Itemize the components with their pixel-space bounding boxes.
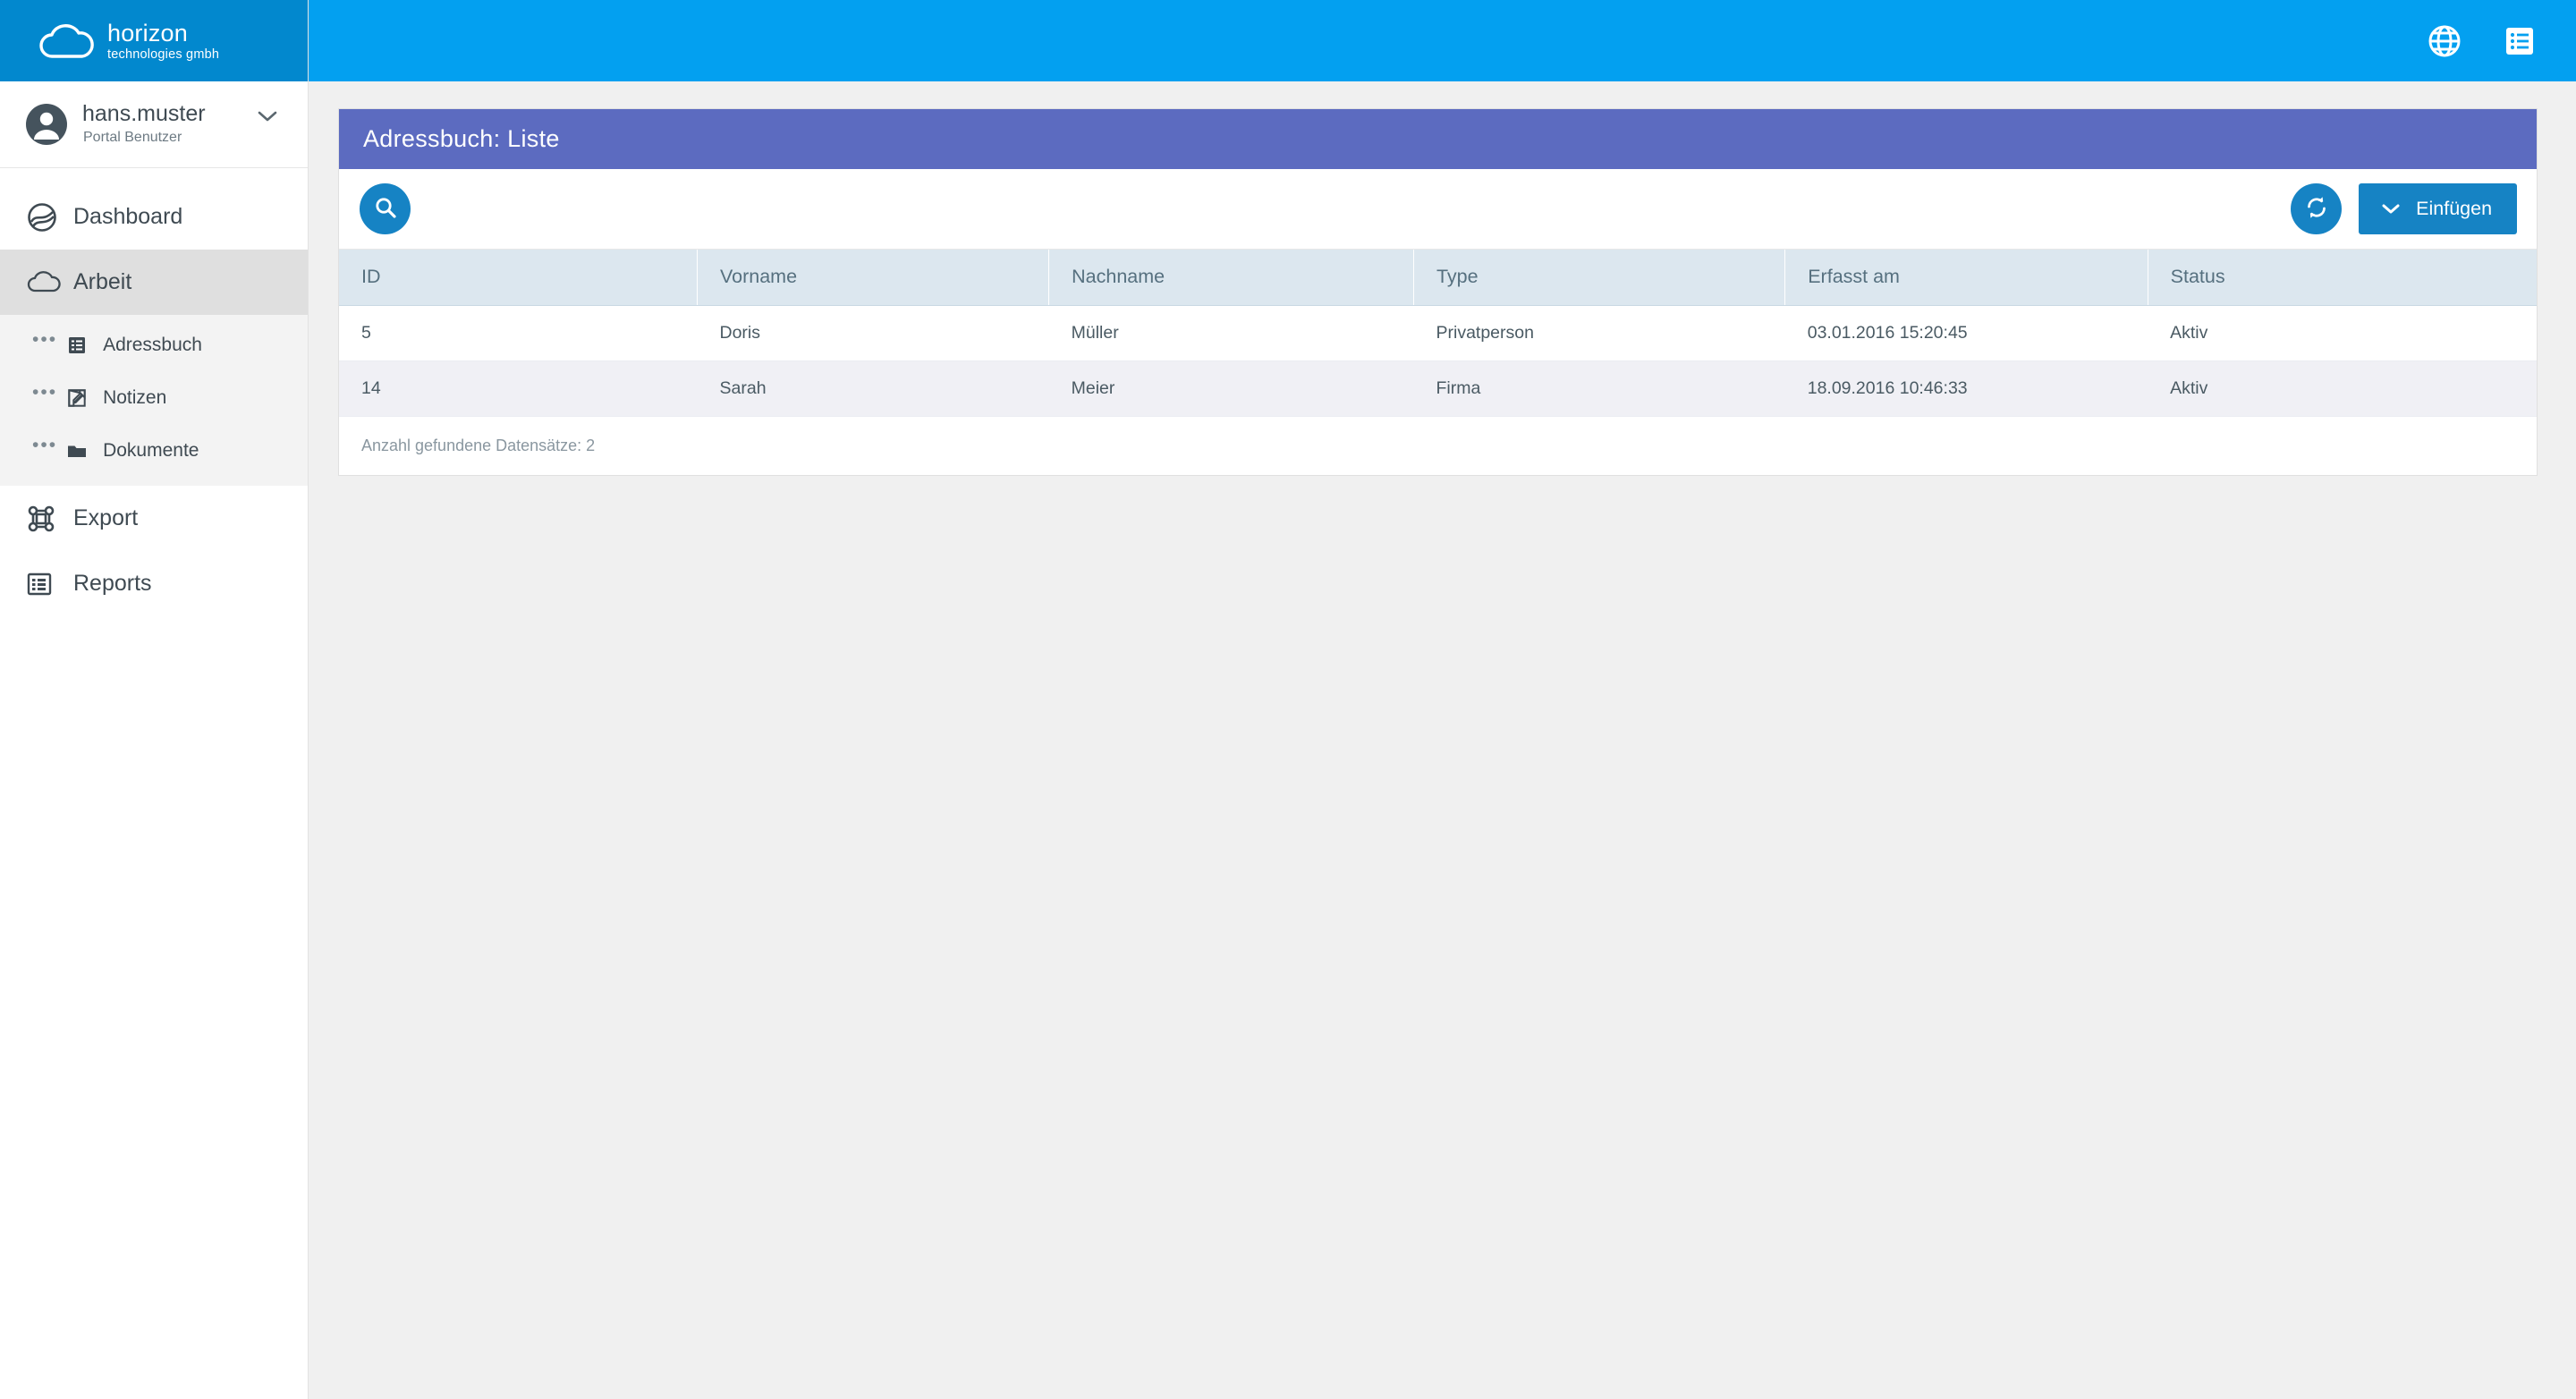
panel-toolbar: Einfügen <box>339 169 2538 250</box>
sidebar: horizon technologies gmbh hans.muster Po… <box>0 0 309 1399</box>
cell-erfasst-am: 18.09.2016 10:46:33 <box>1784 360 2148 417</box>
command-icon <box>27 504 61 534</box>
sidebar-item-reports[interactable]: Reports <box>0 551 308 616</box>
cell-type: Privatperson <box>1413 305 1785 361</box>
cell-vorname: Sarah <box>697 360 1049 417</box>
column-header-erfasst-am[interactable]: Erfasst am <box>1784 250 2148 306</box>
sidebar-subitem-label: Dokumente <box>103 439 199 461</box>
sidebar-item-label: Dashboard <box>73 204 183 229</box>
column-header-id[interactable]: ID <box>339 250 698 306</box>
cloud-outline-icon <box>27 267 61 298</box>
sidebar-item-arbeit[interactable]: Arbeit <box>0 250 308 315</box>
sidebar-subitem-label: Notizen <box>103 386 167 408</box>
page-title: Adressbuch: Liste <box>363 125 560 152</box>
sidebar-item-adressbuch[interactable]: ••• Adressbuch <box>0 318 308 371</box>
user-role: Portal Benutzer <box>83 130 182 145</box>
brand-logo[interactable]: horizon technologies gmbh <box>0 0 308 81</box>
list-menu-icon[interactable] <box>2503 24 2537 58</box>
panel-header: Adressbuch: Liste <box>339 109 2538 169</box>
column-header-type[interactable]: Type <box>1413 250 1786 306</box>
edit-note-icon <box>66 386 93 410</box>
sidebar-subitem-label: Adressbuch <box>103 334 202 355</box>
search-button[interactable] <box>360 183 411 234</box>
user-name: hans.muster <box>82 101 206 126</box>
table-row[interactable]: 5 Doris Müller Privatperson 03.01.2016 1… <box>339 305 2538 361</box>
adressbuch-table: ID Vorname Nachname Type Erfasst am Stat… <box>339 250 2538 417</box>
insert-button-label: Einfügen <box>2416 198 2493 219</box>
cell-id: 14 <box>339 360 698 417</box>
chevron-down-icon <box>2382 198 2400 220</box>
sidebar-item-dokumente[interactable]: ••• Dokumente <box>0 424 308 477</box>
sidebar-item-notizen[interactable]: ••• Notizen <box>0 371 308 424</box>
column-header-vorname[interactable]: Vorname <box>697 250 1050 306</box>
brand-name: horizon <box>107 19 188 47</box>
cell-erfasst-am: 03.01.2016 15:20:45 <box>1784 305 2148 361</box>
cell-type: Firma <box>1413 360 1785 417</box>
content-area: Adressbuch: Liste Einfügen ID Vorname Na… <box>309 81 2576 1399</box>
brand-tagline: technologies gmbh <box>107 47 220 62</box>
sidebar-item-export[interactable]: Export <box>0 486 308 551</box>
adressbuch-panel: Adressbuch: Liste Einfügen ID Vorname Na… <box>338 108 2538 476</box>
dots-icon: ••• <box>32 434 58 455</box>
dashboard-globe-icon <box>27 202 61 233</box>
sidebar-item-label: Arbeit <box>73 269 132 294</box>
toolbar-actions: Einfügen <box>2291 183 2518 234</box>
table-header-row: ID Vorname Nachname Type Erfasst am Stat… <box>339 250 2538 306</box>
record-count-text: Anzahl gefundene Datensätze: 2 <box>361 436 596 454</box>
panel-footer: Anzahl gefundene Datensätze: 2 <box>339 416 2538 475</box>
cell-status: Aktiv <box>2148 360 2538 417</box>
sidebar-item-label: Export <box>73 505 139 530</box>
sidebar-item-label: Reports <box>73 571 152 596</box>
chevron-down-icon[interactable] <box>258 110 277 123</box>
column-header-status[interactable]: Status <box>2148 250 2538 306</box>
user-menu[interactable]: hans.muster Portal Benutzer <box>0 81 308 168</box>
refresh-button[interactable] <box>2291 183 2343 234</box>
insert-button[interactable]: Einfügen <box>2359 183 2518 234</box>
top-bar <box>309 0 2576 81</box>
globe-icon[interactable] <box>2428 24 2462 58</box>
cell-vorname: Doris <box>697 305 1049 361</box>
address-list-icon <box>66 334 93 357</box>
cell-id: 5 <box>339 305 698 361</box>
report-table-icon <box>27 569 61 599</box>
cell-nachname: Müller <box>1048 305 1414 361</box>
main-area: Adressbuch: Liste Einfügen ID Vorname Na… <box>309 0 2576 1399</box>
cloud-icon <box>39 22 95 60</box>
folder-icon <box>66 439 93 462</box>
application-window: horizon technologies gmbh hans.muster Po… <box>0 0 2576 1399</box>
sidebar-item-dashboard[interactable]: Dashboard <box>0 184 308 250</box>
column-header-nachname[interactable]: Nachname <box>1048 250 1414 306</box>
cell-status: Aktiv <box>2148 305 2538 361</box>
sidebar-submenu-arbeit: ••• Adressbuch ••• Notizen ••• Dokumente <box>0 315 308 486</box>
sidebar-nav: Dashboard Arbeit ••• Adressbuch ••• Noti… <box>0 168 308 616</box>
search-icon <box>374 196 397 222</box>
dots-icon: ••• <box>32 328 58 350</box>
table-row[interactable]: 14 Sarah Meier Firma 18.09.2016 10:46:33… <box>339 360 2538 417</box>
cell-nachname: Meier <box>1048 360 1414 417</box>
refresh-icon <box>2305 196 2328 222</box>
dots-icon: ••• <box>32 381 58 403</box>
avatar <box>25 103 68 146</box>
